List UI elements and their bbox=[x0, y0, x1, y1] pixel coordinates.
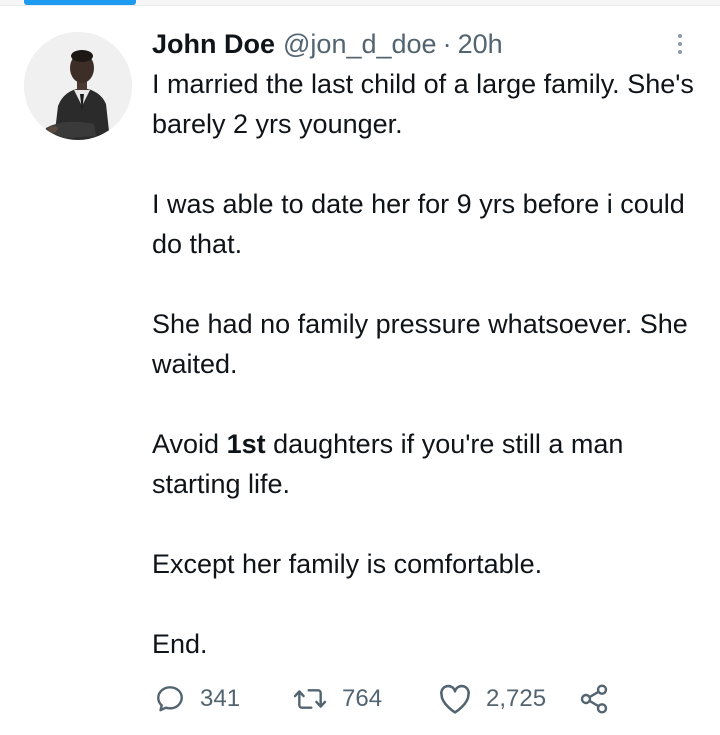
tweet-paragraph: I married the last child of a large fami… bbox=[152, 69, 694, 139]
like-count: 2,725 bbox=[486, 685, 547, 712]
author-name[interactable]: John Doe bbox=[152, 29, 275, 60]
timestamp[interactable]: 20h bbox=[458, 29, 503, 60]
like-button[interactable]: 2,725 bbox=[438, 676, 546, 722]
top-tab-bar bbox=[0, 0, 720, 6]
tweet-actions: 341 764 2,725 bbox=[0, 676, 720, 722]
tweet-text: I married the last child of a large fami… bbox=[152, 64, 712, 664]
more-dot bbox=[678, 34, 682, 38]
retweet-button[interactable]: 764 bbox=[292, 676, 382, 722]
retweet-icon bbox=[293, 689, 327, 709]
tweet-header: John Doe @jon_d_doe · 20h bbox=[152, 24, 503, 64]
more-dot bbox=[678, 42, 682, 46]
reply-button[interactable]: 341 bbox=[154, 676, 240, 722]
tweet-paragraph: I was able to date her for 9 yrs before … bbox=[152, 189, 685, 259]
heart-icon bbox=[440, 684, 470, 714]
more-dot bbox=[678, 50, 682, 54]
avatar[interactable] bbox=[24, 32, 132, 140]
avatar-photo bbox=[24, 32, 132, 140]
tweet-text-segment: Avoid bbox=[152, 429, 227, 459]
reply-icon bbox=[157, 686, 183, 712]
tweet-paragraph: Avoid 1st daughters if you're still a ma… bbox=[152, 424, 712, 504]
tweet-paragraph: Except her family is comfortable. bbox=[152, 549, 543, 579]
tweet-paragraph: She had no family pressure whatsoever. S… bbox=[152, 309, 688, 379]
separator-dot: · bbox=[442, 28, 452, 59]
author-handle[interactable]: @jon_d_doe bbox=[283, 29, 437, 60]
more-options-icon[interactable] bbox=[668, 28, 692, 60]
share-icon bbox=[580, 684, 608, 714]
tweet-text-bold: 1st bbox=[226, 429, 266, 459]
share-button[interactable] bbox=[578, 676, 610, 722]
active-tab-indicator bbox=[24, 0, 136, 5]
tweet-paragraph: End. bbox=[152, 629, 208, 659]
retweet-count: 764 bbox=[342, 685, 383, 712]
reply-count: 341 bbox=[200, 685, 241, 712]
